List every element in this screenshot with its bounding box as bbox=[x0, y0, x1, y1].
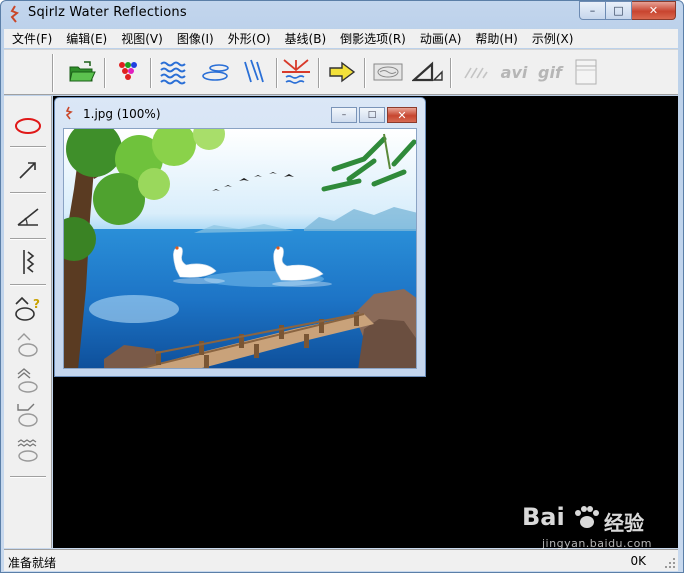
resize-grip-icon[interactable] bbox=[664, 557, 676, 569]
ellipse-tool-icon bbox=[15, 118, 41, 134]
menu-file[interactable]: 文件(F) bbox=[4, 30, 58, 47]
avi-text-icon: avi bbox=[500, 62, 528, 82]
toolbar-separator bbox=[104, 58, 106, 88]
watermark-logo: Bai bbox=[522, 503, 565, 531]
wavy-lines-tool-icon bbox=[17, 439, 38, 462]
tool-separator bbox=[10, 284, 46, 286]
question-wave-tool-icon: ? bbox=[15, 296, 40, 321]
wave-circle-tool-icon bbox=[17, 333, 38, 357]
light-rays-button[interactable] bbox=[460, 56, 492, 88]
water-waves-button[interactable] bbox=[158, 56, 190, 88]
zigzag-tool[interactable] bbox=[12, 246, 44, 278]
triangle-button[interactable] bbox=[412, 56, 444, 88]
water-waves-icon bbox=[160, 61, 186, 85]
image-window-title: 1.jpg (100%) bbox=[83, 107, 161, 121]
gif-text-icon: gif bbox=[538, 62, 562, 82]
menu-shape[interactable]: 外形(O) bbox=[220, 30, 277, 47]
question-wave-tool[interactable]: ? bbox=[12, 292, 44, 324]
status-message: 准备就绪 bbox=[8, 556, 57, 570]
ellipse-tool[interactable] bbox=[12, 110, 44, 142]
toolbar-separator bbox=[150, 58, 152, 88]
open-folder-icon bbox=[69, 61, 96, 82]
image-frame-icon bbox=[373, 63, 403, 81]
menu-animation[interactable]: 动画(A) bbox=[412, 30, 468, 47]
menu-view[interactable]: 视图(V) bbox=[113, 30, 169, 47]
toolbar-separator bbox=[276, 58, 278, 88]
toolbar-separator bbox=[318, 58, 320, 88]
window-title: Sqirlz Water Reflections bbox=[28, 5, 187, 20]
menu-baseline[interactable]: 基线(B) bbox=[277, 30, 333, 47]
tool-separator bbox=[10, 146, 46, 148]
toolbar-separator bbox=[450, 58, 452, 88]
rain-lines-icon bbox=[244, 59, 264, 83]
step-wave-tool-icon bbox=[17, 403, 38, 427]
minimize-button[interactable]: – bbox=[579, 1, 606, 20]
zigzag-tool-icon bbox=[23, 250, 35, 274]
play-button[interactable] bbox=[326, 56, 358, 88]
wave-circle-tool[interactable] bbox=[12, 328, 44, 360]
angle-tool-icon bbox=[17, 208, 39, 226]
tool-separator bbox=[10, 238, 46, 240]
close-button[interactable]: ✕ bbox=[632, 1, 676, 20]
menu-reflection-options[interactable]: 倒影选项(R) bbox=[332, 30, 412, 47]
open-button[interactable] bbox=[66, 56, 98, 88]
maximize-icon: □ bbox=[367, 110, 377, 120]
rain-button[interactable] bbox=[238, 56, 270, 88]
gif-button[interactable]: gif bbox=[534, 56, 566, 88]
menu-bar: 文件(F) 编辑(E) 视图(V) 图像(I) 外形(O) 基线(B) 倒影选项… bbox=[4, 29, 678, 48]
tool-separator bbox=[10, 192, 46, 194]
baidu-watermark: Bai 经验 jingyan.baidu.com bbox=[522, 503, 672, 553]
image-minimize-button[interactable]: – bbox=[331, 107, 357, 123]
double-wave-tool-icon bbox=[17, 368, 38, 393]
maximize-icon: □ bbox=[613, 4, 624, 17]
image-frame-button[interactable] bbox=[372, 56, 404, 88]
minimize-icon: – bbox=[589, 4, 596, 17]
title-bar[interactable]: Sqirlz Water Reflections – □ ✕ bbox=[0, 0, 682, 28]
image-maximize-button[interactable]: □ bbox=[359, 107, 385, 123]
watermark-url: jingyan.baidu.com bbox=[542, 537, 653, 550]
tool-separator bbox=[10, 476, 46, 478]
arrow-tool[interactable] bbox=[12, 154, 44, 186]
image-canvas[interactable] bbox=[63, 128, 417, 369]
avi-button[interactable]: avi bbox=[498, 56, 530, 88]
document-page-icon bbox=[575, 59, 597, 85]
close-icon: ✕ bbox=[648, 4, 659, 17]
image-window[interactable]: 1.jpg (100%) – □ ✕ bbox=[54, 97, 426, 377]
maximize-button[interactable]: □ bbox=[606, 1, 632, 20]
triangle-icon bbox=[412, 61, 443, 82]
color-button[interactable] bbox=[112, 56, 144, 88]
baseline-button[interactable] bbox=[280, 56, 312, 88]
close-icon: ✕ bbox=[397, 108, 407, 122]
document-button[interactable] bbox=[570, 56, 602, 88]
toolbar-separator bbox=[364, 58, 366, 88]
angle-tool[interactable] bbox=[12, 200, 44, 232]
svg-text:?: ? bbox=[33, 297, 40, 311]
document-logo-icon bbox=[65, 106, 73, 120]
minimize-icon: – bbox=[341, 110, 347, 120]
paw-icon bbox=[575, 506, 599, 528]
arrow-tool-icon bbox=[19, 162, 36, 179]
menu-examples[interactable]: 示例(X) bbox=[524, 30, 580, 47]
step-wave-tool[interactable] bbox=[12, 398, 44, 430]
status-indicator: 0K bbox=[630, 554, 646, 568]
toolbar: avi gif bbox=[4, 49, 678, 95]
menu-edit[interactable]: 编辑(E) bbox=[58, 30, 113, 47]
tool-panel: ? bbox=[4, 96, 52, 548]
ripple-button[interactable] bbox=[200, 56, 232, 88]
color-dots-icon bbox=[119, 62, 137, 80]
toolbar-grip[interactable] bbox=[52, 54, 54, 92]
wavy-lines-tool[interactable] bbox=[12, 434, 44, 466]
ripple-ellipses-icon bbox=[202, 64, 229, 81]
app-logo-icon bbox=[10, 5, 19, 23]
image-close-button[interactable]: ✕ bbox=[387, 107, 417, 123]
light-rays-icon bbox=[464, 67, 488, 79]
lake-swans-image bbox=[64, 129, 416, 368]
reflection-baseline-icon bbox=[282, 59, 310, 84]
watermark-cn: 经验 bbox=[604, 511, 644, 535]
play-arrow-icon bbox=[329, 61, 356, 83]
menu-help[interactable]: 帮助(H) bbox=[467, 30, 523, 47]
double-wave-tool[interactable] bbox=[12, 364, 44, 396]
menu-image[interactable]: 图像(I) bbox=[169, 30, 220, 47]
